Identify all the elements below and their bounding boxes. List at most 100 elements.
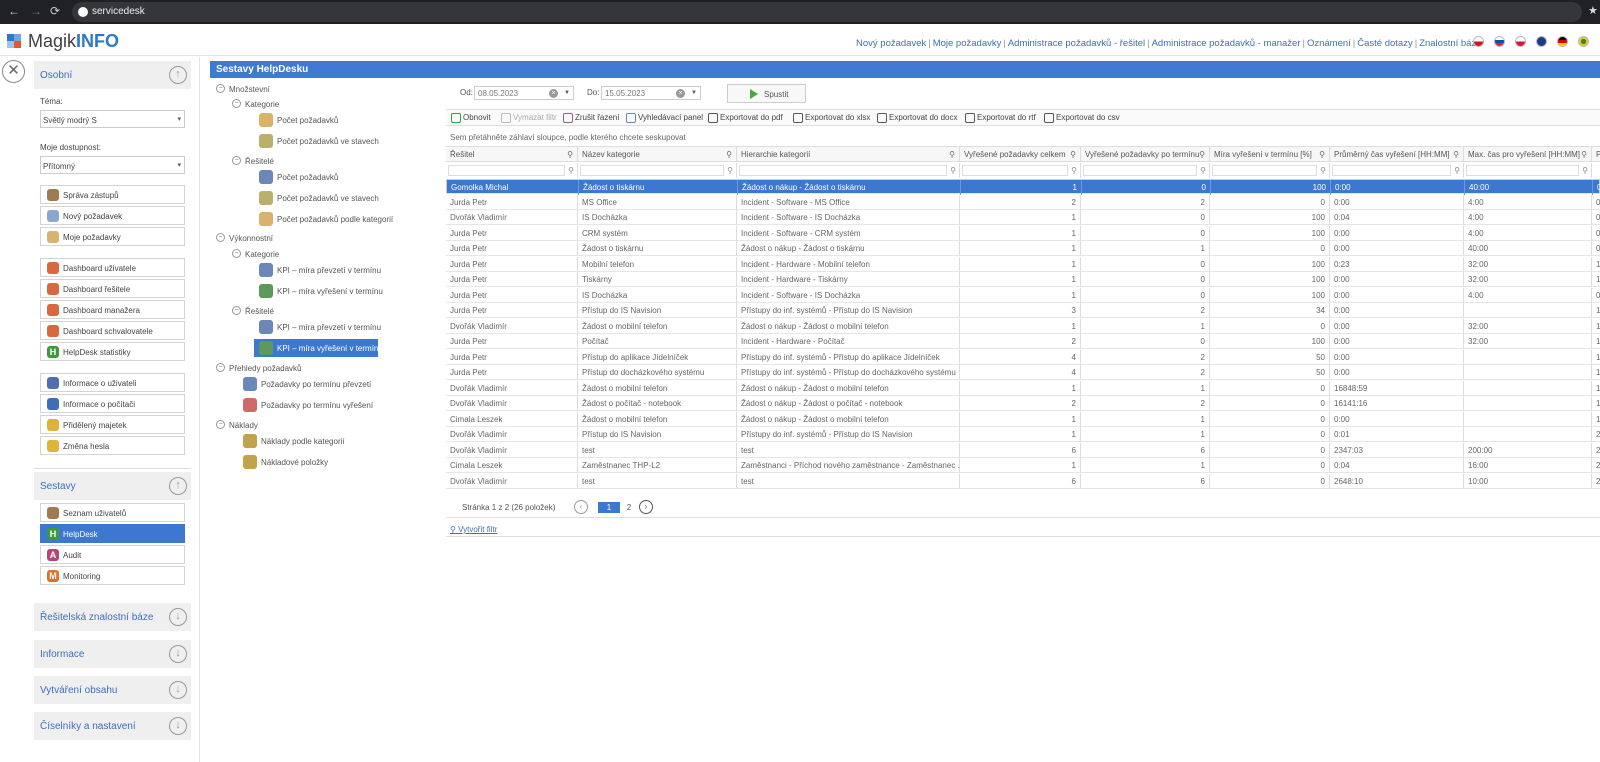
table-row[interactable]: Cimala Leszek Zaměstnanec THP-L2 Zaměstnan… [446, 458, 1600, 473]
table-row[interactable]: Dvořák Vladimírtesttest6602648:1010:002 [446, 473, 1600, 489]
pin-icon[interactable]: ⚲ [726, 147, 732, 162]
tree-leaf[interactable]: Počet požadavků [254, 111, 454, 129]
column-filter-input[interactable] [1212, 165, 1317, 176]
clear-icon[interactable]: × [549, 89, 558, 98]
table-row[interactable]: Jurda Petr Přístup do aplikace Jídelníček… [446, 349, 1600, 365]
expand-icon[interactable]: ↓ [169, 645, 187, 663]
pin-icon[interactable]: ⚲ [1199, 147, 1205, 162]
availability-select[interactable]: Přítomný ▾ [40, 156, 185, 174]
tree-leaf[interactable]: Náklady podle kategorií [238, 432, 438, 450]
tree-collapse-icon[interactable]: − [216, 363, 225, 372]
address-bar[interactable]: servicedesk [72, 2, 1582, 22]
table-row[interactable]: Dvořák Vladimír Žádost o počítač - notebo… [446, 396, 1600, 411]
tree-leaf[interactable]: Počet požadavků podle kategorií [254, 210, 454, 228]
reload-icon[interactable]: ⟳ [50, 4, 60, 18]
section-osobni[interactable]: Osobní ↑ [34, 61, 191, 89]
flag-uk-icon[interactable] [1536, 36, 1547, 47]
sidebar-item-informace-o-uzivateli[interactable]: Informace o uživateli [40, 373, 185, 392]
column-header-prumerny-cas-vyreseni-hh-mm[interactable]: Průměrný čas vyřešení [HH:MM] ⚲ [1330, 147, 1464, 162]
sidebar-item-prideleny-majetek[interactable]: Přidělený majetek [40, 415, 185, 434]
table-row[interactable]: Jurda Petr Přístup do IS Navision Přístupy… [446, 303, 1600, 318]
pin-icon[interactable]: ⚲ [1581, 147, 1587, 162]
nav-link-administrace-pozadavku-manazer[interactable]: Administrace požadavků - manažer [1152, 38, 1301, 49]
tree-leaf[interactable]: Počet požadavků [254, 168, 454, 186]
tree-collapse-icon[interactable]: − [232, 99, 241, 108]
page-1-button[interactable]: 1 [598, 502, 620, 513]
sidebar-item-novy-pozadavek[interactable]: Nový požadavek [40, 206, 185, 225]
toolbar-exportovat-do-csv[interactable]: Exportovat do csv [1044, 113, 1120, 123]
sidebar-item-dashboard-manazera[interactable]: Dashboard manažera [40, 300, 185, 319]
table-row[interactable]: Dvořák Vladimír Žádost o mobilní telefon Ž… [446, 380, 1600, 396]
collapse-icon[interactable]: ↑ [169, 477, 187, 495]
tree-node-resitele[interactable]: Řešitelé [245, 307, 274, 316]
logo[interactable]: MagikINFO [28, 31, 119, 51]
filter-icon[interactable]: ⚲ [1071, 163, 1077, 178]
sidebar-item-informace-o-pocitaci[interactable]: Informace o počítači [40, 394, 185, 413]
column-header-p[interactable]: P [1592, 147, 1600, 162]
tree-node-kategorie[interactable]: Kategorie [245, 250, 279, 259]
next-page-icon[interactable]: › [639, 500, 653, 514]
create-filter-link[interactable]: ⚲ Vytvořit filtr [450, 525, 497, 534]
nav-link-moje-pozadavky[interactable]: Moje požadavky [933, 38, 1002, 49]
toolbar-exportovat-do-rtf[interactable]: Exportovat do rtf [965, 113, 1036, 123]
tree-leaf[interactable]: Nákladové položky [238, 453, 438, 471]
tree-node-vykonnostni[interactable]: Výkonnostní [229, 234, 273, 243]
section-vytvareni-obsahu[interactable]: Vytváření obsahu ↓ [34, 676, 191, 704]
column-header-resitel[interactable]: Řešitel ⚲ [446, 147, 578, 162]
pin-icon[interactable]: ⚲ [567, 147, 573, 162]
flag-sk-icon[interactable] [1494, 36, 1505, 47]
table-row[interactable]: Jurda Petr Mobilní telefon Incident - Hard… [446, 256, 1600, 272]
tree-collapse-icon[interactable]: − [216, 233, 225, 242]
sidebar-item-monitoring[interactable]: M Monitoring [40, 566, 185, 585]
dropdown-icon[interactable]: ▼ [564, 90, 570, 96]
sidebar-item-helpdesk[interactable]: H HelpDesk [40, 524, 185, 543]
tree-node-mnozstvi[interactable]: Množstevní [229, 85, 270, 94]
table-row[interactable]: Gomolka Michal Žádost o tiskárnu Žádost o … [446, 179, 1600, 195]
nav-link-oznameni[interactable]: Oznámení [1307, 38, 1351, 49]
column-filter-input[interactable] [448, 165, 565, 176]
tree-node-prehledy[interactable]: Přehledy požadavků [229, 364, 302, 373]
filter-icon[interactable]: ⚲ [1582, 163, 1588, 178]
filter-icon[interactable]: ⚲ [950, 163, 956, 178]
nav-link-novy-pozadavek[interactable]: Nový požadavek [856, 38, 926, 49]
table-row[interactable]: Jurda Petr MS Office Incident - Software -… [446, 194, 1600, 210]
table-row[interactable]: Dvořák Vladimírtesttest6602347:03200:002 [446, 442, 1600, 458]
tree-collapse-icon[interactable]: − [232, 306, 241, 315]
toolbar-vymazat-filtr[interactable]: Vymazat filtr [501, 113, 557, 123]
tree-collapse-icon[interactable]: − [232, 249, 241, 258]
sidebar-item-zmena-hesla[interactable]: Změna hesla [40, 436, 185, 455]
tree-leaf[interactable]: Počet požadavků ve stavech [254, 189, 454, 207]
flag-de-icon[interactable] [1557, 36, 1568, 47]
filter-icon[interactable]: ⚲ [727, 163, 733, 178]
clear-icon[interactable]: × [676, 89, 685, 98]
toolbar-exportovat-do-pdf[interactable]: Exportovat do pdf [708, 113, 783, 123]
sidebar-item-dashboard-schvalovatele[interactable]: Dashboard schvalovatele [40, 321, 185, 340]
collapse-icon[interactable]: ↑ [169, 66, 187, 84]
section-resitelska-znalostni-baze[interactable]: Řešitelská znalostní báze ↓ [34, 603, 191, 631]
tree-leaf[interactable]: Požadavky po termínu vyřešení [238, 396, 438, 414]
filter-icon[interactable]: ⚲ [1454, 163, 1460, 178]
section-ciselniky-a-nastaveni[interactable]: Číselníky a nastavení ↓ [34, 712, 191, 740]
table-row[interactable]: Dvořák Vladimír Přístup do IS Navision Pří… [446, 427, 1600, 442]
tree-collapse-icon[interactable]: − [216, 420, 225, 429]
tree-leaf[interactable]: KPI – míra vyřešení v termínu [254, 282, 454, 300]
sidebar-item-moje-pozadavky[interactable]: Moje požadavky [40, 227, 185, 246]
column-filter-input[interactable] [1466, 165, 1579, 176]
flag-other-icon[interactable] [1578, 36, 1589, 47]
column-filter-input[interactable] [580, 165, 724, 176]
prev-page-icon[interactable]: ‹ [574, 500, 588, 514]
sidebar-item-seznam-uzivatelu[interactable]: Seznam uživatelů [40, 503, 185, 522]
pin-icon[interactable]: ⚲ [1319, 147, 1325, 162]
bookmark-star-icon[interactable]: ★ [1588, 4, 1598, 17]
table-row[interactable]: Jurda Petr Přístup do docházkového systém… [446, 365, 1600, 380]
table-row[interactable]: Dvořák Vladimír Žádost o mobilní telefon Ž… [446, 318, 1600, 334]
pin-icon[interactable]: ⚲ [949, 147, 955, 162]
section-informace[interactable]: Informace ↓ [34, 640, 191, 668]
toolbar-vyhledavaci-panel[interactable]: Vyhledávací panel [626, 113, 703, 123]
pin-icon[interactable]: ⚲ [1453, 147, 1459, 162]
tree-leaf[interactable]: KPI – míra převzetí v termínu [254, 261, 454, 279]
pin-icon[interactable]: ⚲ [1070, 147, 1076, 162]
filter-icon[interactable]: ⚲ [568, 163, 574, 178]
column-filter-input[interactable] [739, 165, 947, 176]
nav-link-caste-dotazy[interactable]: Časté dotazy [1357, 38, 1412, 49]
